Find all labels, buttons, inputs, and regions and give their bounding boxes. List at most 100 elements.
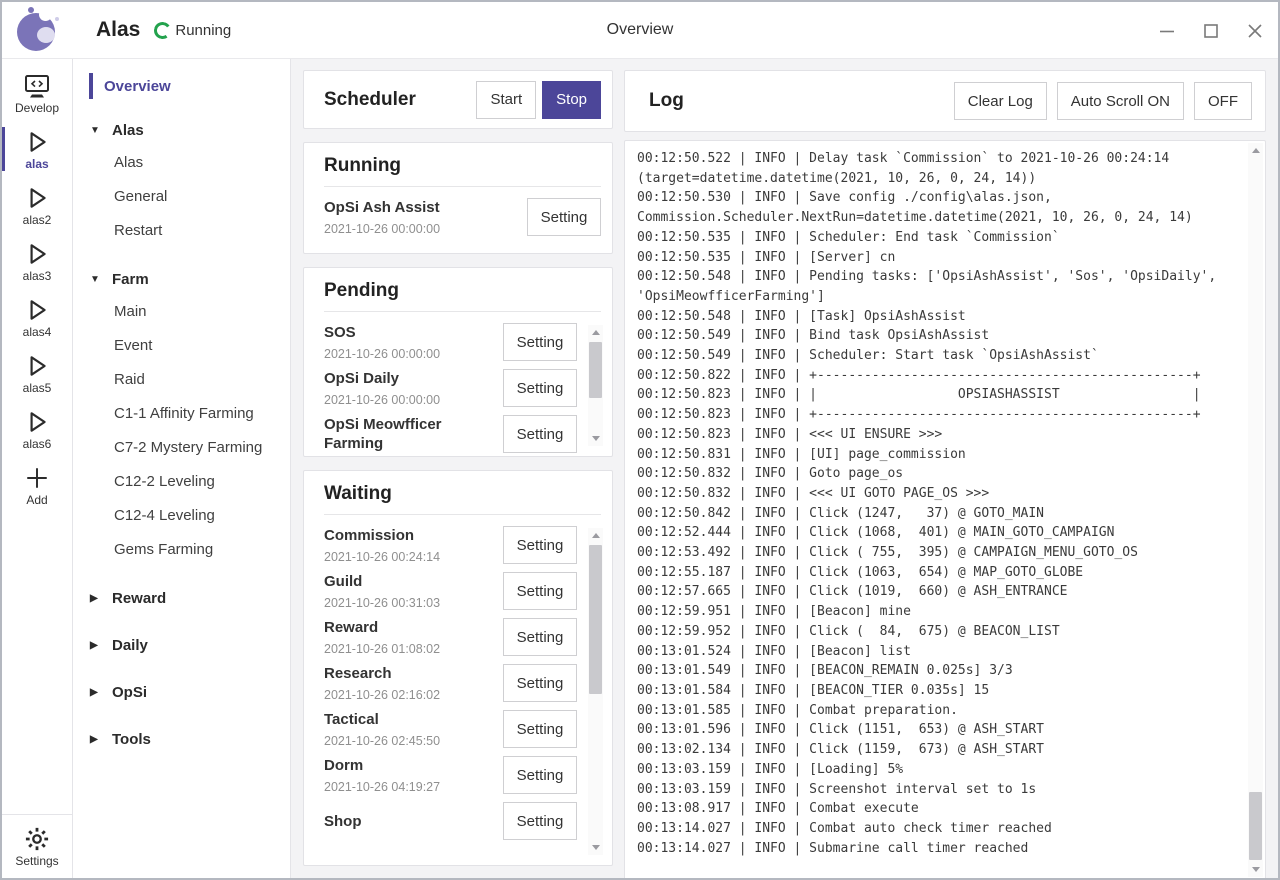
pending-title: Pending [324,280,601,312]
task-row: Guild 2021-10-26 00:31:03 Setting [324,572,577,610]
setting-button[interactable]: Setting [503,369,577,407]
nav-item-c7-2-mystery-farming[interactable]: C7-2 Mystery Farming [73,431,290,465]
scrollbar-up-arrow[interactable] [1248,143,1263,158]
task-name: Shop [324,812,495,831]
waiting-scrollbar[interactable] [588,528,603,855]
log-line: 00:13:01.549 | INFO | [BEACON_REMAIN 0.0… [637,661,1235,681]
task-name: Reward [324,618,495,637]
setting-button[interactable]: Setting [503,618,577,656]
task-next-run-time: 2021-10-26 01:08:02 [324,642,495,656]
nav-group-alas: ▼ Alas Alas General Restart [73,114,290,248]
setting-button[interactable]: Setting [503,802,577,840]
nav-item-c12-4-leveling[interactable]: C12-4 Leveling [73,499,290,533]
maximize-button[interactable] [1202,22,1220,40]
setting-button[interactable]: Setting [527,198,601,236]
log-line: 00:12:50.823 | INFO | +-----------------… [637,405,1235,425]
auto-scroll-off-button[interactable]: OFF [1194,82,1252,120]
nav-item-restart[interactable]: Restart [73,214,290,248]
close-button[interactable] [1246,22,1264,40]
nav-item-general[interactable]: General [73,180,290,214]
nav-group-header-reward[interactable]: ▶ Reward [73,582,290,614]
task-row: Tactical 2021-10-26 02:45:50 Setting [324,710,577,748]
log-line: 00:12:50.832 | INFO | <<< UI GOTO PAGE_O… [637,484,1235,504]
rail-item-alas5[interactable]: alas5 [2,345,72,401]
setting-button[interactable]: Setting [503,415,577,453]
log-line: (target=datetime.datetime(2021, 10, 26, … [637,169,1235,189]
log-scrollbar[interactable] [1248,143,1263,877]
log-line: 00:12:50.549 | INFO | Scheduler: Start t… [637,346,1235,366]
nav-group-header-tools[interactable]: ▶ Tools [73,723,290,755]
log-line: 00:12:50.823 | INFO | <<< UI ENSURE >>> [637,425,1235,445]
log-line: 00:12:50.832 | INFO | Goto page_os [637,464,1235,484]
task-name: Commission [324,526,495,545]
scrollbar-down-arrow[interactable] [588,840,603,855]
nav-item-gems-farming[interactable]: Gems Farming [73,533,290,567]
play-icon [24,296,50,324]
nav-group-header-opsi[interactable]: ▶ OpSi [73,676,290,708]
nav-group-header-farm[interactable]: ▼ Farm [73,263,290,295]
nav-group-label: Reward [112,590,166,607]
log-line: 00:13:01.524 | INFO | [Beacon] list [637,642,1235,662]
task-next-run-time: 2021-10-26 02:16:02 [324,688,495,702]
nav-item-raid[interactable]: Raid [73,363,290,397]
task-name: OpSi Daily [324,369,495,388]
running-spinner-icon [153,20,173,40]
nav-item-alas[interactable]: Alas [73,146,290,180]
log-line: 00:13:14.027 | INFO | Combat auto check … [637,819,1235,839]
log-title: Log [649,90,944,112]
scrollbar-thumb[interactable] [589,342,602,398]
scrollbar-down-arrow[interactable] [588,431,603,446]
nav-group-label: Farm [112,271,149,288]
nav-item-event[interactable]: Event [73,329,290,363]
nav-item-c1-1-affinity-farming[interactable]: C1-1 Affinity Farming [73,397,290,431]
stop-button[interactable]: Stop [542,81,601,119]
auto-scroll-on-button[interactable]: Auto Scroll ON [1057,82,1184,120]
log-line: 00:12:50.822 | INFO | +-----------------… [637,366,1235,386]
rail-item-alas2[interactable]: alas2 [2,177,72,233]
rail-item-develop[interactable]: Develop [2,65,72,121]
rail-item-alas3[interactable]: alas3 [2,233,72,289]
task-next-run-time: 2021-10-26 04:19:27 [324,780,495,794]
setting-button[interactable]: Setting [503,710,577,748]
rail-item-label: alas5 [23,381,52,395]
nav-group-header-alas[interactable]: ▼ Alas [73,114,290,146]
play-icon [24,352,50,380]
rail-item-label: alas4 [23,325,52,339]
nav-group-label: Tools [112,731,151,748]
rail-item-label: alas [25,157,48,171]
nav-item-main[interactable]: Main [73,295,290,329]
task-next-run-time: 2021-10-26 02:45:50 [324,734,495,748]
nav-item-overview[interactable]: Overview [89,73,290,99]
rail-item-add[interactable]: Add [2,457,72,513]
log-line: 00:12:59.952 | INFO | Click ( 84, 675) @… [637,622,1235,642]
scrollbar-down-arrow[interactable] [1248,862,1263,877]
log-line: 00:12:52.444 | INFO | Click (1068, 401) … [637,523,1235,543]
rail-item-settings[interactable]: Settings [2,814,72,880]
minimize-button[interactable] [1158,22,1176,40]
scrollbar-up-arrow[interactable] [588,528,603,543]
start-button[interactable]: Start [476,81,536,119]
scrollbar-up-arrow[interactable] [588,325,603,340]
rail-item-alas4[interactable]: alas4 [2,289,72,345]
log-line: 00:12:50.535 | INFO | Scheduler: End tas… [637,228,1235,248]
rail-item-alas6[interactable]: alas6 [2,401,72,457]
log-panel[interactable]: 00:12:50.522 | INFO | Delay task `Commis… [624,140,1266,880]
rail-item-alas[interactable]: alas [2,121,72,177]
clear-log-button[interactable]: Clear Log [954,82,1047,120]
setting-button[interactable]: Setting [503,664,577,702]
log-line: 00:13:14.027 | INFO | Submarine call tim… [637,839,1235,859]
setting-button[interactable]: Setting [503,572,577,610]
task-name: Guild [324,572,495,591]
setting-button[interactable]: Setting [503,323,577,361]
setting-button[interactable]: Setting [503,526,577,564]
nav-item-c12-2-leveling[interactable]: C12-2 Leveling [73,465,290,499]
nav-group-reward: ▶ Reward [73,582,290,614]
log-line: 00:12:55.187 | INFO | Click (1063, 654) … [637,563,1235,583]
chevron-expanded-icon: ▼ [90,274,101,285]
scrollbar-thumb[interactable] [1249,792,1262,860]
nav-group-header-daily[interactable]: ▶ Daily [73,629,290,661]
scrollbar-thumb[interactable] [589,545,602,694]
log-line: 00:13:01.585 | INFO | Combat preparation… [637,701,1235,721]
pending-scrollbar[interactable] [588,325,603,446]
setting-button[interactable]: Setting [503,756,577,794]
